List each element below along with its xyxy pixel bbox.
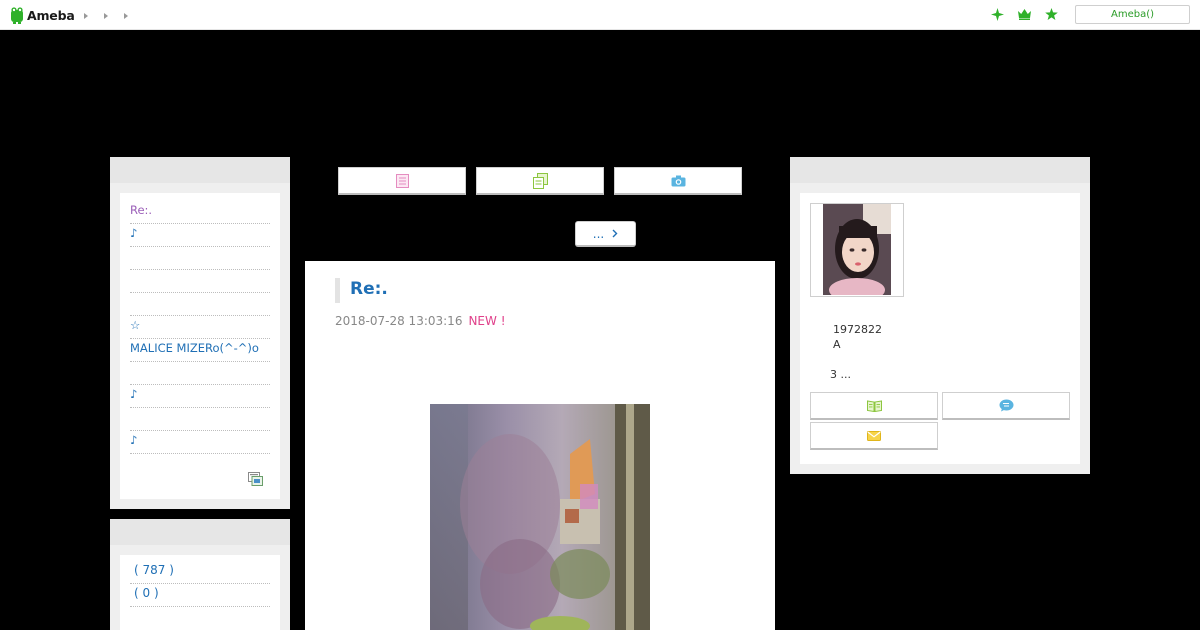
- list-item[interactable]: ( 0 ): [130, 584, 270, 607]
- profile-panel: 1972822 A 3 ...: [790, 157, 1090, 474]
- read-blog-button[interactable]: [810, 392, 938, 420]
- profile-more-link[interactable]: 3 ...: [830, 368, 851, 381]
- chevron-right-icon: [124, 13, 128, 19]
- next-entry-label: ...: [592, 226, 605, 241]
- list-item[interactable]: ☆: [130, 316, 270, 339]
- chevron-right-icon: [612, 229, 618, 238]
- panel-body: ( 787 ) ( 0 ): [120, 555, 280, 630]
- article-date: 2018-07-28 13:03:16: [335, 314, 463, 328]
- ameba-frog-icon: [11, 7, 23, 24]
- panel-body: 1972822 A 3 ...: [800, 193, 1080, 464]
- ameba-logo[interactable]: Ameba: [10, 5, 75, 25]
- breadcrumb: [84, 11, 130, 20]
- crown-icon[interactable]: [1017, 7, 1032, 22]
- mail-button[interactable]: [810, 422, 938, 450]
- book-icon: [866, 399, 882, 412]
- count-list: ( 787 ) ( 0 ): [130, 561, 270, 607]
- message-button[interactable]: [942, 392, 1070, 420]
- panel-header: [110, 157, 290, 183]
- photos-tab-button[interactable]: [614, 167, 742, 195]
- list-item[interactable]: [130, 247, 270, 270]
- list-item[interactable]: ( 787 ): [130, 561, 270, 584]
- profile-number: 1972822: [833, 323, 882, 336]
- camera-icon: [671, 175, 685, 186]
- copy-icon: [532, 172, 548, 189]
- profile-detail: A: [833, 338, 841, 351]
- list-item[interactable]: ♪: [130, 224, 270, 247]
- entry-list: Re:. ♪ ☆ MALICE MIZERo(^-^)o ♪ ♪: [130, 201, 270, 454]
- ameba-menu-button[interactable]: Ameba(): [1075, 5, 1190, 24]
- header-icons: [990, 7, 1059, 22]
- list-item[interactable]: MALICE MIZERo(^-^)o: [130, 339, 270, 362]
- list-item[interactable]: [130, 362, 270, 385]
- list-item[interactable]: [130, 270, 270, 293]
- list-item[interactable]: [130, 293, 270, 316]
- sparkle-icon[interactable]: [990, 7, 1005, 22]
- article-photo[interactable]: [430, 404, 650, 630]
- list-item[interactable]: ♪: [130, 431, 270, 454]
- chevron-right-icon: [84, 13, 88, 19]
- entry-list-icon: [395, 173, 409, 188]
- chat-icon: [999, 399, 1013, 412]
- blog-article: Re:. 2018-07-28 13:03:16 NEW !: [305, 261, 775, 630]
- avatar[interactable]: [823, 204, 891, 295]
- chevron-right-icon: [104, 13, 108, 19]
- star-icon[interactable]: [1044, 7, 1059, 22]
- article-meta: 2018-07-28 13:03:16 NEW !: [335, 314, 506, 328]
- top-navigation-bar: Ameba Ameba(): [0, 0, 1200, 30]
- breadcrumb-item[interactable]: [104, 11, 110, 20]
- archive-tab-button[interactable]: [476, 167, 604, 195]
- entry-list-link-icon[interactable]: [248, 472, 263, 486]
- panel-body: Re:. ♪ ☆ MALICE MIZERo(^-^)o ♪ ♪: [120, 193, 280, 499]
- recent-entries-panel: Re:. ♪ ☆ MALICE MIZERo(^-^)o ♪ ♪: [110, 157, 290, 509]
- entries-tab-button[interactable]: [338, 167, 466, 195]
- panel-header: [110, 519, 290, 545]
- logo-text: Ameba: [27, 7, 75, 23]
- list-item[interactable]: ♪: [130, 385, 270, 408]
- breadcrumb-item[interactable]: [84, 11, 90, 20]
- article-title[interactable]: Re:.: [350, 279, 388, 299]
- title-accent-bar: [335, 278, 340, 303]
- theme-panel: ( 787 ) ( 0 ): [110, 519, 290, 630]
- breadcrumb-item[interactable]: [124, 11, 130, 20]
- list-item[interactable]: Re:.: [130, 201, 270, 224]
- panel-header: [790, 157, 1090, 183]
- avatar-frame: [810, 203, 904, 297]
- list-item[interactable]: [130, 408, 270, 431]
- next-entry-button[interactable]: ...: [575, 221, 636, 247]
- new-badge: NEW !: [468, 314, 506, 328]
- mail-icon: [867, 430, 881, 441]
